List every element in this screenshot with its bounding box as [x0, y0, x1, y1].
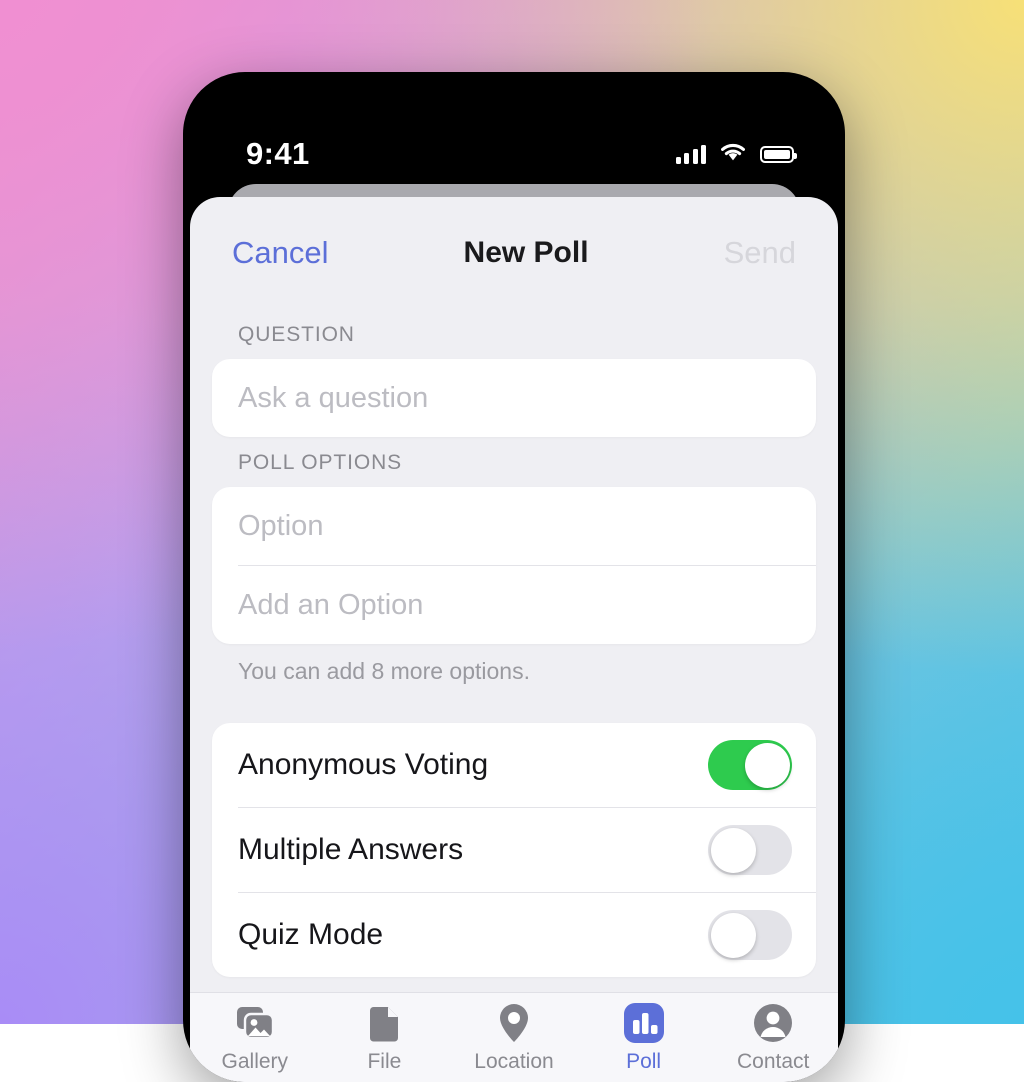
status-bar-icons — [676, 141, 795, 167]
options-card: Option Add an Option — [212, 487, 816, 644]
question-card: Ask a question — [212, 359, 816, 437]
contact-person-icon — [751, 1001, 795, 1045]
status-bar: 9:41 — [190, 79, 838, 191]
phone-screen: 9:41 Cancel New Poll Send — [190, 79, 838, 1082]
attachment-tab-bar: Gallery File — [190, 992, 838, 1082]
settings-card: Anonymous Voting Multiple Answers Quiz M… — [212, 723, 816, 977]
toggle-knob — [711, 913, 756, 958]
toggle-knob — [711, 828, 756, 873]
tab-label-location: Location — [474, 1050, 553, 1074]
setting-row-quiz-mode[interactable]: Quiz Mode — [212, 893, 816, 977]
setting-row-anonymous-voting[interactable]: Anonymous Voting — [212, 723, 816, 807]
gallery-icon — [233, 1001, 277, 1045]
tab-file[interactable]: File — [324, 1001, 444, 1074]
wifi-icon — [719, 141, 747, 167]
location-pin-icon — [492, 1001, 536, 1045]
add-option-input[interactable]: Add an Option — [212, 566, 816, 644]
page-title: New Poll — [464, 236, 589, 270]
question-input[interactable]: Ask a question — [212, 359, 816, 437]
sheet-body: QUESTION Ask a question POLL OPTIONS Opt… — [190, 309, 838, 992]
tab-label-file: File — [367, 1050, 401, 1074]
option-input-1[interactable]: Option — [212, 487, 816, 565]
question-section-header: QUESTION — [212, 309, 816, 359]
toggle-knob — [745, 743, 790, 788]
new-poll-sheet: Cancel New Poll Send QUESTION Ask a ques… — [190, 197, 838, 1082]
setting-label-anonymous-voting: Anonymous Voting — [238, 748, 488, 782]
setting-label-quiz-mode: Quiz Mode — [238, 918, 383, 952]
poll-bar-chart-icon — [622, 1001, 666, 1045]
toggle-quiz-mode[interactable] — [708, 910, 792, 960]
cancel-button[interactable]: Cancel — [232, 235, 329, 271]
tab-label-contact: Contact — [737, 1050, 809, 1074]
tab-label-poll: Poll — [626, 1050, 661, 1074]
tab-label-gallery: Gallery — [222, 1050, 289, 1074]
tab-poll[interactable]: Poll — [584, 1001, 704, 1074]
toggle-multiple-answers[interactable] — [708, 825, 792, 875]
send-button[interactable]: Send — [724, 235, 796, 271]
signal-bars-icon — [676, 145, 707, 164]
setting-label-multiple-answers: Multiple Answers — [238, 833, 463, 867]
sheet-navbar: Cancel New Poll Send — [190, 197, 838, 309]
tab-location[interactable]: Location — [454, 1001, 574, 1074]
toggle-anonymous-voting[interactable] — [708, 740, 792, 790]
add-option-placeholder: Add an Option — [238, 589, 423, 622]
status-bar-clock: 9:41 — [246, 136, 310, 172]
option-input-1-placeholder: Option — [238, 510, 323, 543]
setting-row-multiple-answers[interactable]: Multiple Answers — [212, 808, 816, 892]
battery-full-icon — [760, 146, 794, 163]
tab-gallery[interactable]: Gallery — [195, 1001, 315, 1074]
question-input-placeholder: Ask a question — [238, 382, 428, 415]
options-section-header: POLL OPTIONS — [212, 437, 816, 487]
options-footnote: You can add 8 more options. — [212, 644, 816, 685]
phone-frame: 9:41 Cancel New Poll Send — [183, 72, 845, 1082]
tab-contact[interactable]: Contact — [713, 1001, 833, 1074]
file-icon — [362, 1001, 406, 1045]
